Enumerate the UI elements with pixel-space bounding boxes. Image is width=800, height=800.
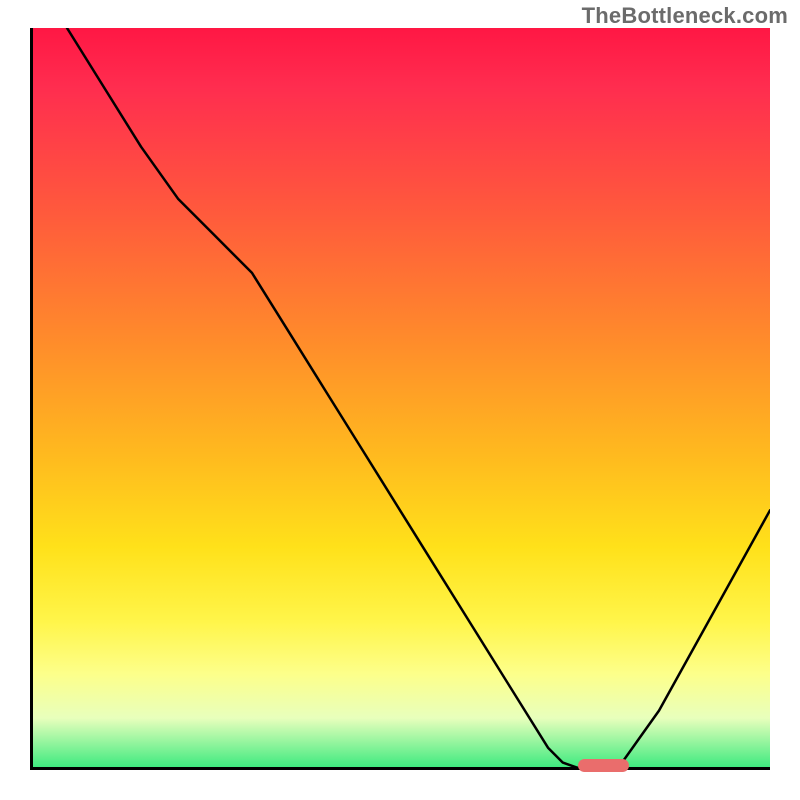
- watermark-text: TheBottleneck.com: [582, 3, 788, 29]
- optimal-range-marker: [578, 759, 630, 772]
- y-axis: [30, 28, 33, 770]
- bottleneck-curve: [30, 28, 770, 770]
- x-axis: [30, 767, 770, 770]
- plot-area: [30, 28, 770, 770]
